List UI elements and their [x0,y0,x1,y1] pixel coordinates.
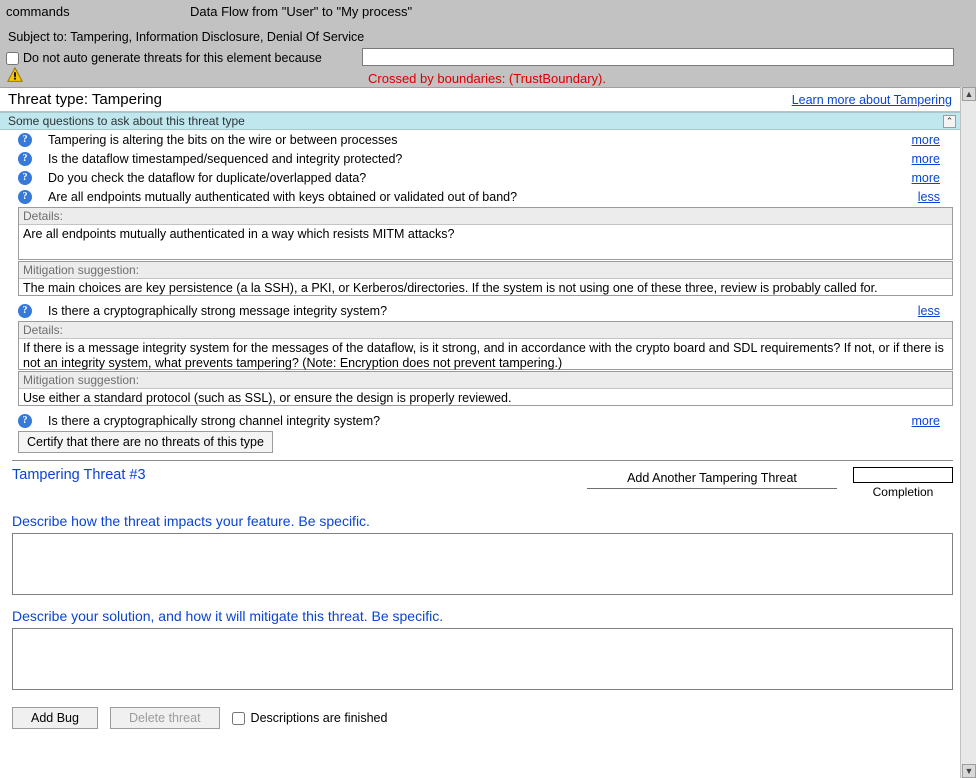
questions-header-label: Some questions to ask about this threat … [8,114,245,128]
details-header: Details: [19,322,952,339]
warning-icon [6,66,24,84]
help-icon[interactable]: ? [18,304,32,318]
details-box: Details: Are all endpoints mutually auth… [18,207,953,260]
less-link[interactable]: less [918,304,940,318]
subject-to-label: Subject to: Tampering, Information Discl… [8,30,364,44]
more-link[interactable]: more [912,152,940,166]
no-auto-label: Do not auto generate threats for this el… [23,51,322,65]
help-icon[interactable]: ? [18,133,32,147]
question-text: Is there a cryptographically strong mess… [48,304,918,318]
solution-textarea[interactable] [12,628,953,690]
mitigation-header: Mitigation suggestion: [19,262,952,279]
threat-type-label: Threat type: Tampering [8,91,162,108]
descriptions-finished-label: Descriptions are finished [251,711,388,725]
mitigation-body: The main choices are key persistence (a … [19,279,952,295]
more-link[interactable]: more [912,414,940,428]
more-link[interactable]: more [912,133,940,147]
help-icon[interactable]: ? [18,171,32,185]
mitigation-header: Mitigation suggestion: [19,372,952,389]
details-box: Details: If there is a message integrity… [18,321,953,370]
mitigation-body: Use either a standard protocol (such as … [19,389,952,405]
mitigation-box: Mitigation suggestion: Use either a stan… [18,371,953,406]
certify-button[interactable]: Certify that there are no threats of thi… [18,431,273,453]
question-text: Are all endpoints mutually authenticated… [48,190,918,204]
no-auto-checkbox[interactable] [6,52,19,65]
scroll-down-icon[interactable]: ▼ [962,764,976,778]
descriptions-finished-checkbox[interactable] [232,712,245,725]
no-auto-reason-input[interactable] [362,48,954,66]
commands-label[interactable]: commands [6,4,70,19]
flow-title: Data Flow from "User" to "My process" [190,4,412,19]
learn-more-link[interactable]: Learn more about Tampering [792,93,952,107]
help-icon[interactable]: ? [18,190,32,204]
question-text: Is the dataflow timestamped/sequenced an… [48,152,912,166]
impact-textarea[interactable] [12,533,953,595]
solution-prompt: Describe your solution, and how it will … [12,608,953,624]
less-link[interactable]: less [918,190,940,204]
details-body: If there is a message integrity system f… [19,339,952,369]
crossed-boundaries-label: Crossed by boundaries: (TrustBoundary). [368,71,606,86]
completion-progress [853,467,953,483]
question-text: Tampering is altering the bits on the wi… [48,133,912,147]
help-icon[interactable]: ? [18,152,32,166]
collapse-icon[interactable]: ⌃ [943,115,956,128]
details-body: Are all endpoints mutually authenticated… [19,225,952,259]
scroll-up-icon[interactable]: ▲ [962,87,976,101]
question-text: Do you check the dataflow for duplicate/… [48,171,912,185]
mitigation-box: Mitigation suggestion: The main choices … [18,261,953,296]
question-text: Is there a cryptographically strong chan… [48,414,912,428]
more-link[interactable]: more [912,171,940,185]
help-icon[interactable]: ? [18,414,32,428]
details-header: Details: [19,208,952,225]
vertical-scrollbar[interactable]: ▲ ▼ [960,87,976,778]
impact-prompt: Describe how the threat impacts your fea… [12,513,953,529]
completion-label: Completion [853,485,953,499]
add-bug-button[interactable]: Add Bug [12,707,98,729]
delete-threat-button[interactable]: Delete threat [110,707,220,729]
add-another-threat-button[interactable]: Add Another Tampering Threat [587,467,837,489]
threat-instance-title: Tampering Threat #3 [12,467,587,483]
